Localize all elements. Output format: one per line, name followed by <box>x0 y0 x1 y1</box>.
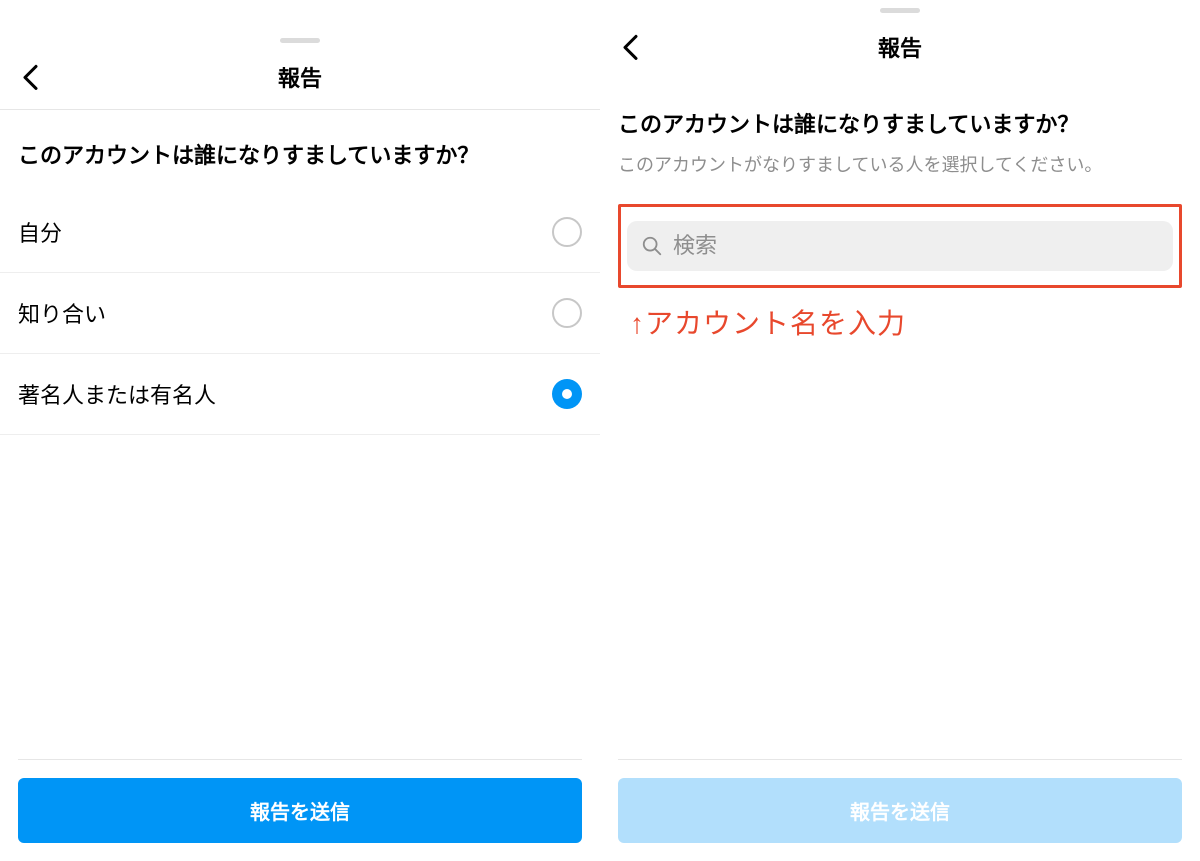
question-heading: このアカウントは誰になりすましていますか？ <box>600 79 1200 153</box>
divider <box>18 759 582 760</box>
header-title: 報告 <box>878 31 922 63</box>
search-highlight-box <box>618 204 1182 288</box>
report-screen-search: 報告 このアカウントは誰になりすましていますか？ このアカウントがなりすましてい… <box>600 0 1200 861</box>
option-celebrity[interactable]: 著名人または有名人 <box>0 354 600 435</box>
annotation-text: ↑アカウント名を入力 <box>600 288 1200 342</box>
footer: 報告を送信 <box>0 759 600 861</box>
option-myself[interactable]: 自分 <box>0 192 600 273</box>
submit-report-button-disabled: 報告を送信 <box>618 778 1182 843</box>
question-heading: このアカウントは誰になりすましていますか？ <box>0 110 600 192</box>
search-icon <box>641 235 663 257</box>
search-input[interactable] <box>673 233 1159 259</box>
option-acquaintance[interactable]: 知り合い <box>0 273 600 354</box>
chevron-left-icon <box>21 63 39 91</box>
divider <box>618 759 1182 760</box>
header: 報告 <box>600 13 1200 79</box>
submit-report-button[interactable]: 報告を送信 <box>18 778 582 843</box>
header: 報告 <box>0 43 600 109</box>
radio-unselected <box>552 298 582 328</box>
back-button[interactable] <box>616 33 644 61</box>
footer: 報告を送信 <box>600 759 1200 861</box>
header-title: 報告 <box>278 61 322 93</box>
radio-unselected <box>552 217 582 247</box>
option-label: 知り合い <box>18 297 106 329</box>
radio-selected <box>552 379 582 409</box>
option-label: 自分 <box>18 216 62 248</box>
report-screen-options: 報告 このアカウントは誰になりすましていますか？ 自分 知り合い 著名人または有… <box>0 0 600 861</box>
question-subtext: このアカウントがなりすましている人を選択してください。 <box>600 153 1200 204</box>
back-button[interactable] <box>16 63 44 91</box>
chevron-left-icon <box>621 33 639 61</box>
option-label: 著名人または有名人 <box>18 378 216 410</box>
search-field[interactable] <box>627 221 1173 271</box>
